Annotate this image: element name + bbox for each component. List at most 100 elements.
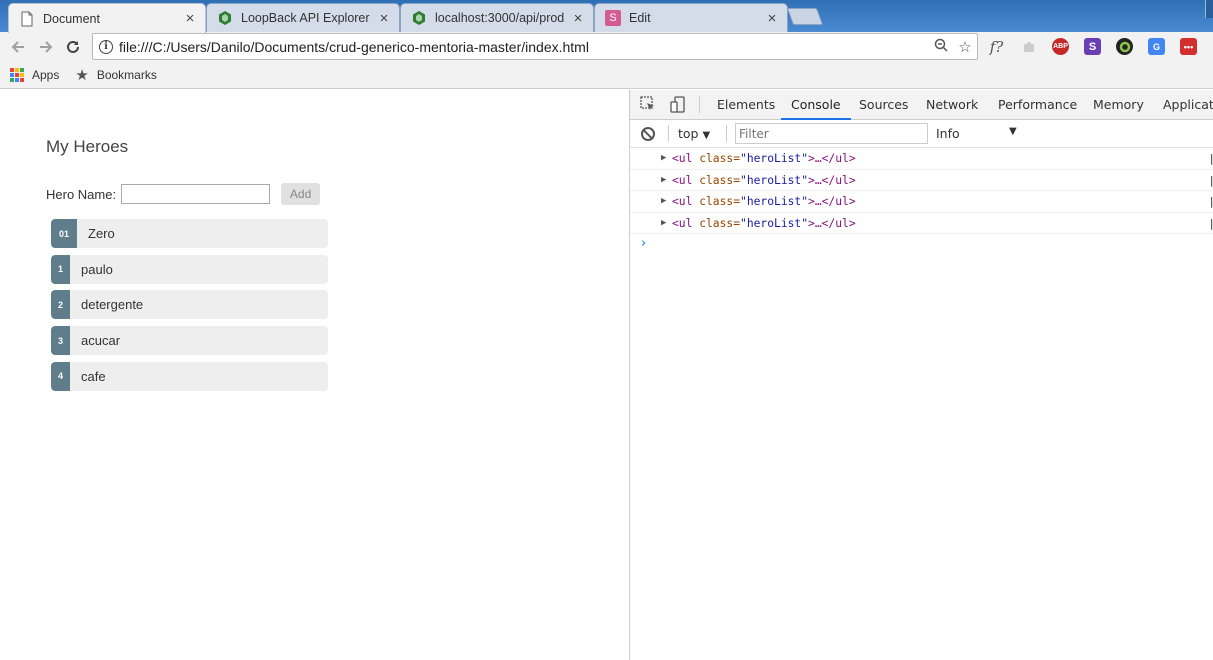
apps-link[interactable]: Apps [32, 68, 59, 82]
browser-toolbar: i file:///C:/Users/Danilo/Documents/crud… [0, 32, 1213, 62]
console-log-row[interactable]: ▶ <ul class="heroList">…</ul> | [630, 148, 1213, 170]
hero-item[interactable]: 2 detergente [51, 290, 328, 320]
address-bar[interactable]: i file:///C:/Users/Danilo/Documents/crud… [92, 33, 978, 60]
tab-elements[interactable]: Elements [717, 90, 775, 120]
console-log-row[interactable]: ▶ <ul class="heroList">…</ul> | [630, 170, 1213, 191]
source-link[interactable]: | [1208, 213, 1213, 234]
expand-triangle-icon[interactable]: ▶ [661, 170, 666, 191]
dropdown-arrow-icon[interactable]: ▼ [1009, 126, 1017, 137]
html-tag: <ul [672, 216, 693, 230]
bookmark-star-icon: ★ [75, 67, 89, 84]
html-tag-close: >…</ul> [808, 152, 856, 165]
tab-network[interactable]: Network [926, 90, 978, 120]
dropdown-arrow-icon: ▼ [702, 130, 711, 141]
bookmarks-link[interactable]: Bookmarks [97, 68, 157, 82]
clear-console-icon[interactable] [641, 127, 655, 141]
tab-title: LoopBack API Explorer [241, 11, 370, 25]
tab-edit[interactable]: S Edit × [594, 3, 788, 32]
hero-item[interactable]: 1 paulo [51, 254, 328, 284]
expand-triangle-icon[interactable]: ▶ [661, 148, 666, 169]
reload-button[interactable] [62, 36, 84, 58]
hero-name: Zero [88, 226, 115, 241]
arrow-right-icon [40, 41, 53, 53]
hero-name: paulo [81, 261, 113, 277]
browser-tab-strip: Document × LoopBack API Explorer × local… [0, 0, 1213, 33]
console-filter-bar: top ▼ Info ▼ [630, 120, 1213, 148]
html-tag: <ul [672, 173, 693, 187]
tab-loopback-api-explorer[interactable]: LoopBack API Explorer × [206, 3, 400, 32]
console-prompt[interactable]: › [630, 234, 1213, 254]
hero-item[interactable]: 4 cafe [51, 361, 328, 391]
loopback-icon [219, 11, 231, 25]
zoom-icon[interactable] [929, 38, 953, 56]
bookmarks-bar: Apps ★ Bookmarks [0, 62, 1213, 89]
tab-console[interactable]: Console [781, 90, 851, 120]
tab-document[interactable]: Document × [8, 3, 206, 33]
html-attr: class= [692, 216, 741, 230]
s-icon: S [605, 10, 621, 26]
hero-item[interactable]: 3 acucar [51, 326, 328, 356]
loopback-icon [413, 11, 425, 25]
log-level-selector[interactable]: Info [936, 126, 960, 141]
expand-triangle-icon[interactable]: ▶ [661, 213, 666, 234]
console-log-row[interactable]: ▶ <ul class="heroList">…</ul> | [630, 191, 1213, 213]
tab-title: localhost:3000/api/produ [435, 11, 565, 25]
hero-name-label: Hero Name: [46, 186, 117, 202]
tab-memory[interactable]: Memory [1093, 90, 1144, 120]
devtools-tab-bar: Elements Console Sources Network Perform… [630, 90, 1213, 120]
console-log-row[interactable]: ▶ <ul class="heroList">…</ul> | [630, 213, 1213, 234]
toolbar-divider [668, 125, 669, 142]
expand-triangle-icon[interactable]: ▶ [661, 191, 666, 212]
apps-grid-icon[interactable] [10, 68, 24, 82]
add-button[interactable]: Add [281, 183, 321, 205]
tab-application[interactable]: Applicati [1163, 90, 1213, 120]
translate-icon[interactable]: G [1148, 38, 1165, 55]
puzzle-extension-icon[interactable] [1020, 38, 1037, 55]
reload-icon [67, 40, 79, 53]
source-link[interactable]: | [1208, 148, 1213, 169]
source-link[interactable]: | [1208, 170, 1213, 191]
tab-title: Document [43, 11, 100, 26]
close-icon[interactable]: × [571, 10, 585, 27]
red-extension-icon[interactable]: ••• [1180, 38, 1197, 55]
star-icon[interactable]: ☆ [953, 38, 977, 56]
console-filter-input[interactable] [735, 123, 928, 144]
forward-button[interactable] [35, 36, 57, 58]
hero-name: cafe [81, 368, 106, 384]
html-tag: <ul [672, 195, 693, 208]
window-edge [1205, 0, 1213, 18]
back-button[interactable] [7, 36, 29, 58]
device-toolbar-icon[interactable] [670, 96, 688, 114]
fx-extension-icon[interactable]: f? [988, 38, 1005, 56]
tab-sources[interactable]: Sources [859, 90, 908, 120]
hero-item[interactable]: 01 Zero [51, 219, 328, 248]
hero-name-input[interactable] [121, 184, 271, 204]
source-link[interactable]: | [1208, 191, 1213, 212]
inspect-element-icon[interactable] [640, 96, 658, 114]
tab-performance[interactable]: Performance [998, 90, 1077, 120]
tab-localhost-api[interactable]: localhost:3000/api/produ × [400, 3, 594, 32]
hero-form: Hero Name: Add [46, 183, 321, 205]
close-icon[interactable]: × [765, 10, 779, 27]
document-icon [21, 11, 33, 26]
console-output: ▶ <ul class="heroList">…</ul> | ▶ <ul cl… [630, 148, 1213, 254]
html-tag-close: >…</ul> [808, 195, 856, 208]
url-text[interactable]: file:///C:/Users/Danilo/Documents/crud-g… [119, 39, 929, 55]
hero-id-badge: 3 [51, 326, 70, 356]
arrow-left-icon [11, 41, 24, 53]
devtools-panel: Elements Console Sources Network Perform… [629, 90, 1213, 660]
hero-name: detergente [81, 297, 144, 313]
html-attr-value: "heroList" [740, 195, 809, 208]
new-tab-button[interactable] [786, 8, 824, 25]
s-extension-icon[interactable]: S [1084, 38, 1101, 55]
close-icon[interactable]: × [183, 10, 197, 27]
close-icon[interactable]: × [377, 10, 391, 27]
adblock-icon[interactable]: ABP [1052, 38, 1069, 55]
context-selector[interactable]: top ▼ [678, 126, 710, 141]
color-wheel-icon[interactable] [1116, 38, 1133, 55]
html-tag-close: >…</ul> [808, 216, 856, 230]
hero-id-badge: 4 [51, 361, 70, 391]
html-attr-value: "heroList" [740, 216, 809, 230]
html-attr: class= [692, 152, 741, 165]
info-icon[interactable]: i [99, 39, 113, 54]
